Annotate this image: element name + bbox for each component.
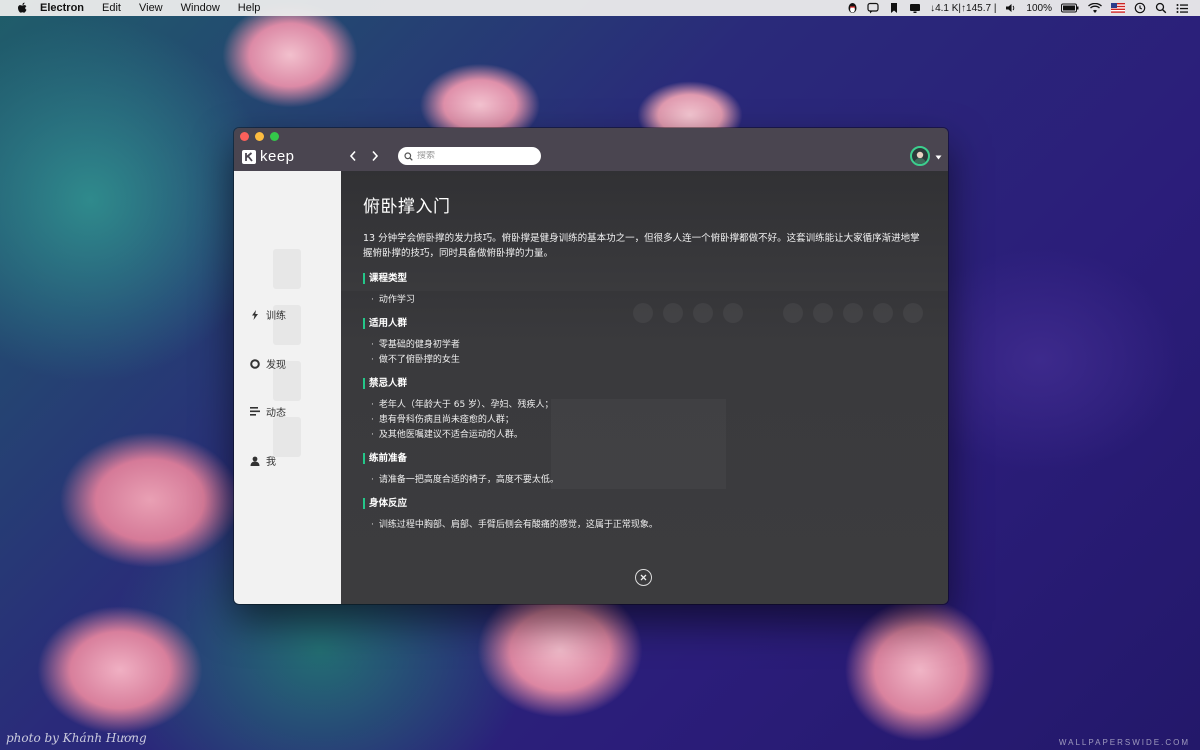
wifi-icon[interactable] (1088, 2, 1102, 14)
course-content: 俯卧撑入门 13 分钟学会俯卧撑的发力技巧。俯卧撑是健身训练的基本功之一，但很多… (363, 192, 928, 543)
window-controls (240, 132, 279, 141)
section-preparation: 练前准备 请准备一把高度合适的椅子，高度不要太低。 (363, 453, 928, 488)
list-item: 患有骨科伤病且尚未痊愈的人群； (371, 413, 928, 428)
chevron-down-icon[interactable] (934, 154, 942, 160)
person-icon (250, 456, 260, 466)
close-overlay-button[interactable] (635, 569, 652, 586)
wallpaper-brand: WALLPAPERSWIDE.COM (1058, 738, 1190, 747)
menu-help[interactable]: Help (238, 2, 261, 14)
section-course-type: 课程类型 动作学习 (363, 273, 928, 308)
bookmark-icon[interactable] (888, 2, 900, 14)
sidebar-item-training[interactable]: 训练 (250, 307, 286, 322)
section-heading: 练前准备 (363, 453, 928, 464)
sidebar-item-discover[interactable]: 发现 (250, 356, 286, 371)
sidebar: 训练 发现 动态 我 (234, 171, 341, 604)
battery-icon[interactable] (1061, 2, 1079, 14)
wallpaper-credit: photo by Khánh Hương (6, 731, 147, 745)
course-description: 13 分钟学会俯卧撑的发力技巧。俯卧撑是健身训练的基本功之一，但很多人连一个俯卧… (363, 233, 920, 259)
section-body-reaction: 身体反应 训练过程中胸部、肩部、手臂后侧会有酸痛的感觉，这属于正常现象。 (363, 498, 928, 533)
list-item: 动作学习 (371, 293, 928, 308)
maximize-window-button[interactable] (270, 132, 279, 141)
menu-edit[interactable]: Edit (102, 2, 121, 14)
volume-icon[interactable] (1005, 2, 1017, 14)
search-icon (404, 151, 413, 161)
section-contraindications: 禁忌人群 老年人（年龄大于 65 岁）、孕妇、残疾人； 患有骨科伤病且尚未痊愈的… (363, 378, 928, 443)
keep-logo: keep (242, 148, 295, 165)
battery-percent: 100% (1026, 2, 1052, 14)
apple-logo-icon[interactable] (14, 0, 30, 16)
spotlight-search-icon[interactable] (1155, 2, 1167, 14)
list-item: 及其他医嘱建议不适合运动的人群。 (371, 428, 928, 443)
circle-icon (250, 358, 260, 369)
section-heading: 禁忌人群 (363, 378, 928, 389)
user-avatar[interactable] (910, 146, 930, 166)
sidebar-item-me[interactable]: 我 (250, 453, 276, 468)
sidebar-item-label: 我 (266, 457, 276, 468)
minimize-window-button[interactable] (255, 132, 264, 141)
list-item: 老年人（年龄大于 65 岁）、孕妇、残疾人； (371, 398, 928, 413)
qq-penguin-icon[interactable] (846, 2, 858, 14)
back-button[interactable] (346, 148, 360, 164)
flag-us-icon[interactable] (1111, 2, 1125, 14)
keep-k-icon (242, 149, 256, 164)
close-icon (640, 574, 647, 581)
menu-bar: Electron Edit View Window Help ↓4.1 K|↑1… (0, 0, 1200, 16)
sidebar-item-label: 训练 (266, 311, 286, 322)
notification-center-icon[interactable] (1176, 2, 1188, 14)
list-item: 训练过程中胸部、肩部、手臂后侧会有酸痛的感觉，这属于正常现象。 (371, 518, 928, 533)
course-title: 俯卧撑入门 (363, 197, 451, 217)
course-detail-overlay: 俯卧撑入门 13 分钟学会俯卧撑的发力技巧。俯卧撑是健身训练的基本功之一，但很多… (341, 171, 948, 604)
sidebar-item-feed[interactable]: 动态 (250, 404, 286, 419)
menu-view[interactable]: View (139, 2, 163, 14)
keep-app-window: keep 训练 (234, 128, 948, 604)
keep-logo-text: keep (260, 148, 295, 165)
sidebar-watermark (267, 243, 307, 516)
list-icon (250, 407, 260, 417)
search-input[interactable] (417, 151, 532, 161)
forward-button[interactable] (368, 148, 382, 164)
sidebar-item-label: 动态 (266, 408, 286, 419)
section-heading: 适用人群 (363, 318, 928, 329)
close-window-button[interactable] (240, 132, 249, 141)
menu-window[interactable]: Window (181, 2, 220, 14)
status-area: ↓4.1 K|↑145.7 | 100% (846, 2, 1188, 14)
sidebar-item-label: 发现 (266, 360, 286, 371)
section-heading: 课程类型 (363, 273, 928, 284)
list-item: 做不了俯卧撑的女生 (371, 353, 928, 368)
lightning-icon (250, 309, 260, 320)
chat-bubble-icon[interactable] (867, 2, 879, 14)
section-heading: 身体反应 (363, 498, 928, 509)
time-machine-icon[interactable] (1134, 2, 1146, 14)
network-stats: ↓4.1 K|↑145.7 | (930, 2, 997, 14)
search-box[interactable] (398, 147, 541, 165)
menu-app-name[interactable]: Electron (40, 2, 84, 14)
title-bar[interactable]: keep (234, 128, 948, 171)
section-target-audience: 适用人群 零基础的健身初学者 做不了俯卧撑的女生 (363, 318, 928, 368)
list-item: 请准备一把高度合适的椅子，高度不要太低。 (371, 473, 928, 488)
display-icon[interactable] (909, 2, 921, 14)
list-item: 零基础的健身初学者 (371, 338, 928, 353)
